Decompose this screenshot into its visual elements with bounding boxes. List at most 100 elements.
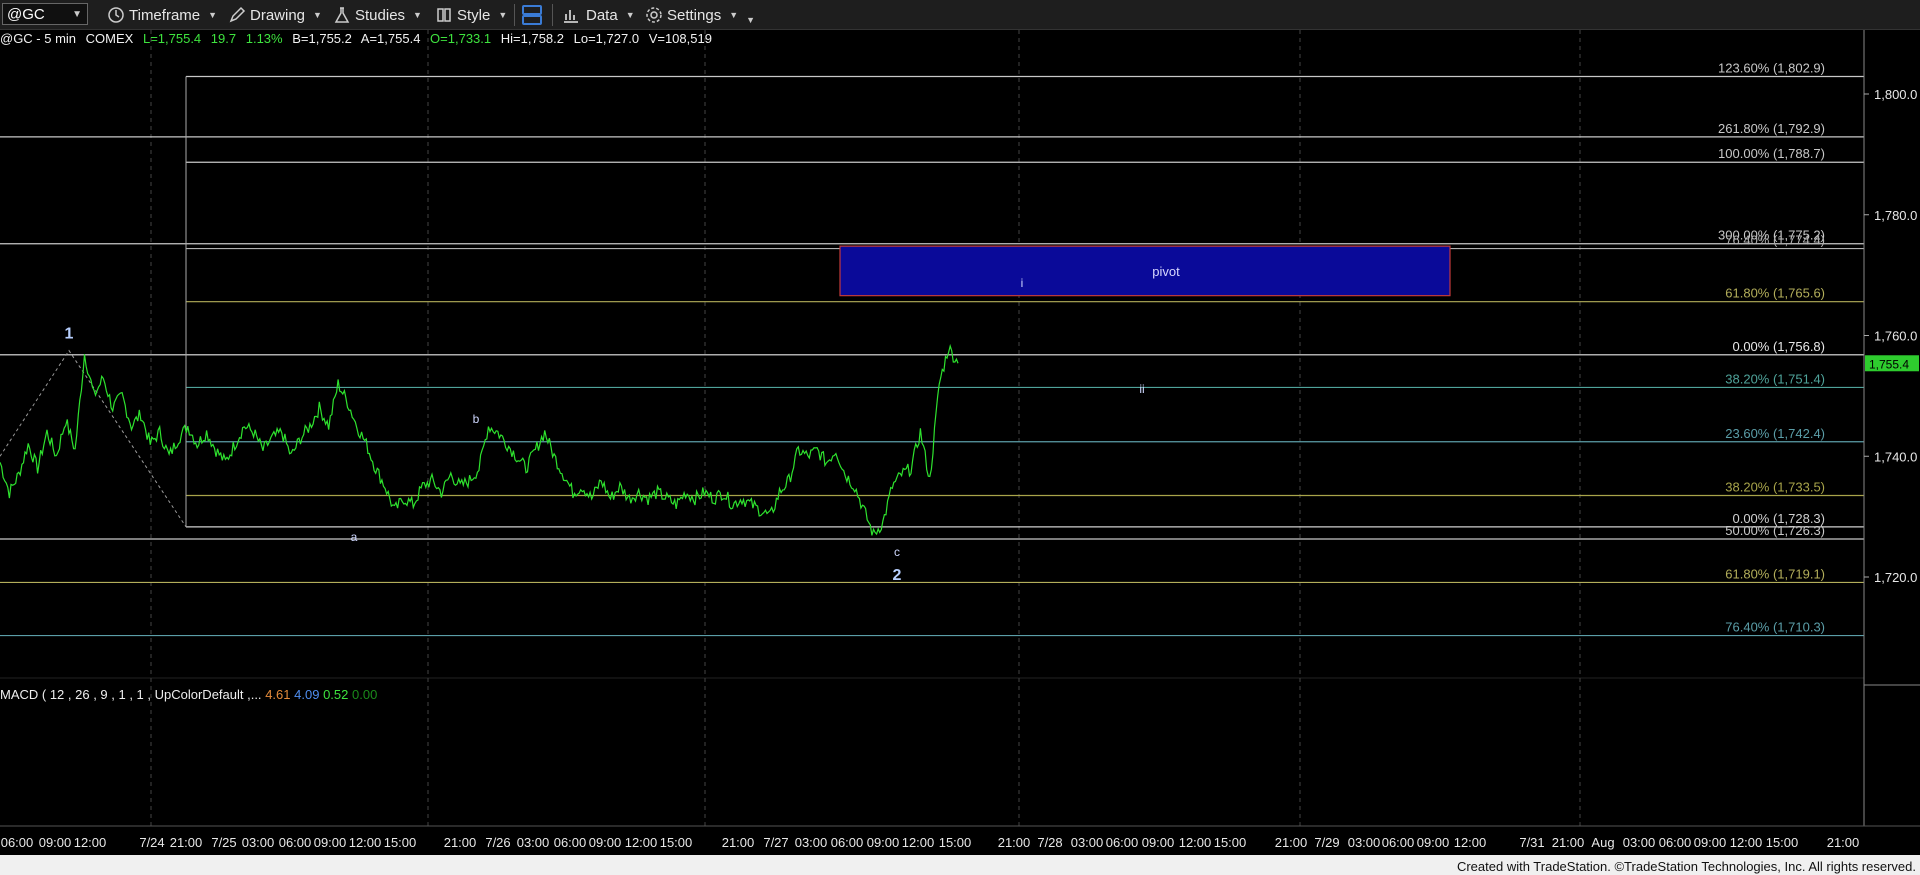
style-label: Style [457, 6, 491, 24]
gear-icon [646, 7, 662, 23]
time-tick-label: 03:00 [1348, 835, 1381, 850]
fib-label: 61.80% (1,765.6) [1725, 286, 1825, 301]
time-tick-label: 09:00 [1694, 835, 1727, 850]
time-tick-label: 06:00 [1382, 835, 1415, 850]
fib-label: 50.00% (1,726.3) [1725, 523, 1825, 538]
time-tick-label: 12:00 [625, 835, 658, 850]
settings-label: Settings [667, 6, 722, 24]
macd-value: 4.61 [265, 687, 291, 702]
clock-icon [108, 7, 124, 23]
time-tick-label: 7/27 [763, 835, 788, 850]
time-tick-label: 06:00 [831, 835, 864, 850]
layout-icon [522, 5, 542, 25]
time-tick-label: 09:00 [1417, 835, 1450, 850]
fib-label: 261.80% (1,792.9) [1718, 121, 1825, 136]
last-price-label: 1,755.4 [1869, 357, 1909, 371]
time-tick-label: 06:00 [279, 835, 312, 850]
fib-label: 38.20% (1,733.5) [1725, 479, 1825, 494]
price-chart[interactable]: 123.60% (1,802.9) 261.80% (1,792.9) 100.00… [0, 30, 1920, 856]
drawing-button[interactable]: Drawing ▼ [228, 0, 322, 30]
wave-label: i [1021, 276, 1024, 290]
time-tick-label: 03:00 [517, 835, 550, 850]
studies-button[interactable]: Studies ▼ [333, 0, 422, 30]
fib-label: 38.20% (1,751.4) [1725, 371, 1825, 386]
layout-button[interactable] [521, 0, 543, 30]
wave-label: ii [1139, 382, 1144, 396]
style-button[interactable]: Style ▼ [435, 0, 507, 30]
symbol-selector[interactable]: @GC ▼ [2, 3, 88, 25]
time-tick-label: 09:00 [39, 835, 72, 850]
time-tick-label: 21:00 [1552, 835, 1585, 850]
time-tick-label: 21:00 [444, 835, 477, 850]
chevron-down-icon: ▼ [729, 10, 739, 20]
price-axis: 1,800.0 1,780.0 1,760.0 1,740.0 1,720.0 1,755… [1863, 30, 1920, 826]
chart-grid [0, 30, 1864, 826]
fib-label: 61.80% (1,719.1) [1725, 566, 1825, 581]
time-tick-label: 03:00 [1623, 835, 1656, 850]
time-tick-label: 06:00 [1659, 835, 1692, 850]
time-tick-label: 21:00 [998, 835, 1031, 850]
time-tick-label: 12:00 [902, 835, 935, 850]
price-line [0, 343, 959, 536]
time-tick-label: 03:00 [795, 835, 828, 850]
fib-label: 0.00% (1,756.8) [1732, 339, 1825, 354]
wave-label: b [473, 412, 480, 426]
data-button[interactable]: Data ▼ [562, 0, 635, 30]
time-tick-label: 09:00 [867, 835, 900, 850]
studies-label: Studies [355, 6, 406, 24]
time-tick-label: 12:00 [1454, 835, 1487, 850]
time-tick-label: 12:00 [74, 835, 107, 850]
time-tick-label: 7/29 [1314, 835, 1339, 850]
time-tick-label: 09:00 [1142, 835, 1175, 850]
macd-params: MACD ( 12 , 26 , 9 , 1 , 1 , UpColorDefa… [0, 687, 262, 702]
time-tick-label: 03:00 [1071, 835, 1104, 850]
drawing-label: Drawing [250, 6, 306, 24]
chevron-down-icon: ▼ [72, 9, 82, 20]
timeframe-button[interactable]: Timeframe ▼ [107, 0, 217, 30]
fib-label: 23.60% (1,742.4) [1725, 426, 1825, 441]
time-tick-label: 06:00 [1, 835, 34, 850]
time-tick-label: 7/26 [485, 835, 510, 850]
fib-label: 123.60% (1,802.9) [1718, 60, 1825, 75]
time-tick-label: 09:00 [589, 835, 622, 850]
price-tick-label: 1,760.0 [1874, 329, 1917, 344]
time-tick-label: 7/28 [1037, 835, 1062, 850]
price-tick-label: 1,780.0 [1874, 208, 1917, 223]
chevron-down-icon: ▼ [313, 10, 322, 20]
data-label: Data [586, 6, 618, 24]
price-tick-label: 1,740.0 [1874, 449, 1917, 464]
time-tick-label: 12:00 [1179, 835, 1212, 850]
wave-label: c [894, 545, 900, 559]
fib-label: 100.00% (1,788.7) [1718, 146, 1825, 161]
wave-label: 1 [65, 326, 74, 343]
time-tick-label: Aug [1591, 835, 1614, 850]
pencil-icon [229, 6, 246, 23]
chevron-down-icon: ▼ [498, 10, 508, 20]
time-tick-label: 15:00 [384, 835, 417, 850]
macd-label: MACD ( 12 , 26 , 9 , 1 , 1 , UpColorDefa… [0, 687, 377, 702]
toolbar: @GC ▼ Timeframe ▼ Drawing ▼ Studies ▼ Style… [0, 0, 1920, 30]
wave-trendline [0, 349, 187, 528]
time-tick-label: 12:00 [1730, 835, 1763, 850]
settings-button[interactable]: Settings ▼ ▼ [645, 0, 755, 30]
style-icon [437, 8, 451, 22]
time-tick-label: 15:00 [660, 835, 693, 850]
time-axis: 06:00 09:00 12:00 7/24 21:00 7/25 03:00 06:00 09… [0, 825, 1920, 850]
time-tick-label: 15:00 [939, 835, 972, 850]
time-tick-label: 7/24 [139, 835, 164, 850]
time-tick-label: 7/31 [1519, 835, 1544, 850]
chevron-down-icon: ▼ [625, 10, 635, 20]
time-tick-label: 21:00 [170, 835, 203, 850]
time-tick-label: 09:00 [314, 835, 347, 850]
fib-label: 76.40% (1,710.3) [1725, 620, 1825, 635]
time-tick-label: 15:00 [1766, 835, 1799, 850]
price-series [0, 343, 959, 536]
time-tick-label: 21:00 [722, 835, 755, 850]
time-tick-label: 7/25 [211, 835, 236, 850]
fib-levels: 123.60% (1,802.9) 261.80% (1,792.9) 100.00… [0, 60, 1864, 637]
price-tick-label: 1,800.0 [1874, 87, 1917, 102]
time-tick-label: 21:00 [1827, 835, 1860, 850]
toolbar-divider [514, 4, 515, 26]
fib-label: 76.40% (1,774.4) [1725, 233, 1825, 248]
symbol-value: @GC [7, 5, 45, 23]
